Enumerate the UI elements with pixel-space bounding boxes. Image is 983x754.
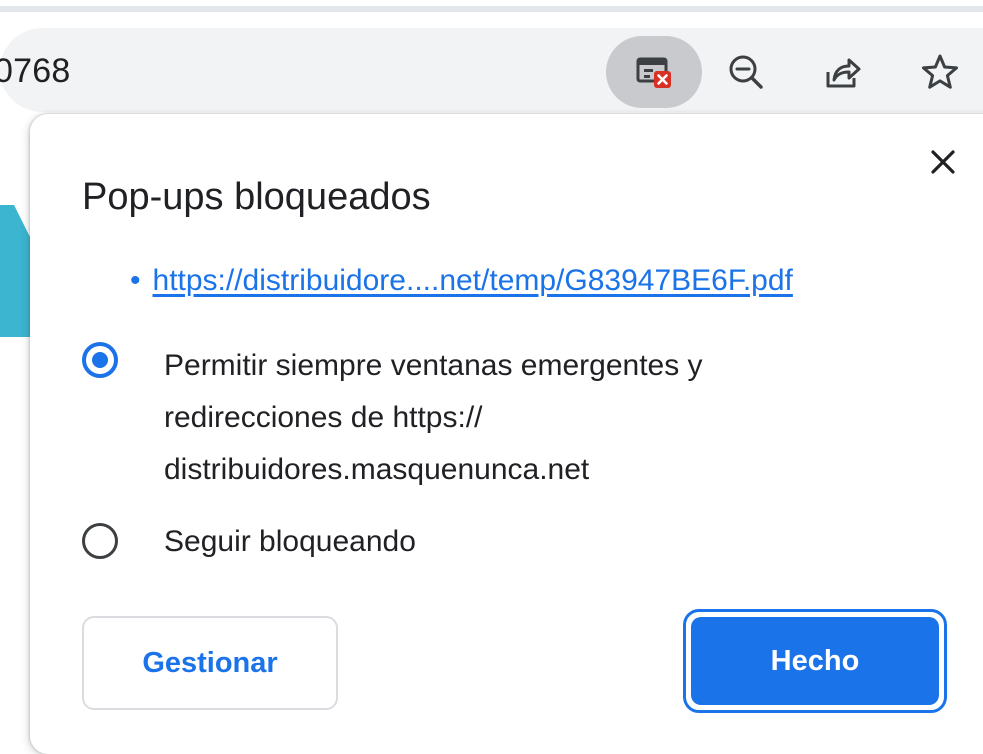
tab-strip [0,0,983,18]
close-button[interactable] [918,140,968,184]
done-button[interactable]: Hecho [691,617,939,705]
manage-button[interactable]: Gestionar [82,616,338,710]
close-icon [931,150,955,174]
tab-strip-edge [0,6,983,12]
blocked-popup-link[interactable]: • https://distribuidore....net/temp/G8394… [130,264,793,298]
page-graphic [0,205,34,337]
dialog-title: Pop-ups bloqueados [82,176,431,218]
bookmark-button[interactable] [910,44,970,100]
url-text[interactable]: 0768 [0,52,70,91]
star-icon [922,54,958,89]
radio-allow-always[interactable] [82,342,118,378]
share-button[interactable] [814,44,870,100]
popup-blocked-button[interactable] [606,36,702,108]
option-keep-blocking-label[interactable]: Seguir bloqueando [164,516,416,568]
zoom-out-icon [729,55,763,89]
popup-blocked-icon [636,57,671,88]
share-icon [826,58,861,88]
bullet-icon: • [130,264,141,297]
zoom-button[interactable] [718,44,774,100]
radio-keep-blocking[interactable] [82,523,118,559]
radio-selected-dot [92,352,108,368]
blocked-popup-url[interactable]: https://distribuidore....net/temp/G83947… [153,264,793,297]
option-allow-always-label[interactable]: Permitir siempre ventanas emergentes y r… [164,340,844,496]
